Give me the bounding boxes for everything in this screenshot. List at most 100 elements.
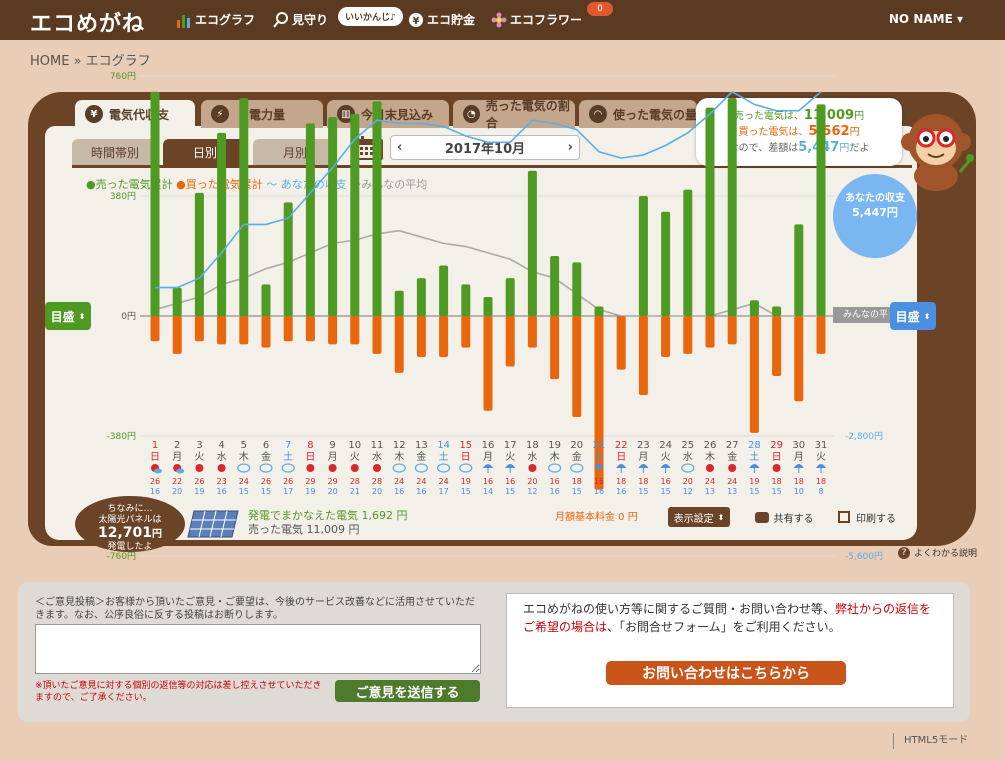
weekday-label: 水	[683, 451, 693, 463]
sun-icon	[217, 464, 226, 472]
left-tick-label: 760円	[110, 71, 136, 82]
bought-bar	[439, 316, 449, 358]
income-badge: あなたの収支 5,447円	[833, 174, 917, 258]
sold-bar	[483, 297, 493, 316]
day-label: 26	[704, 440, 717, 451]
low-temp: 15	[261, 487, 271, 496]
speech-bubble-icon	[754, 511, 769, 523]
help-link[interactable]: ? よくわかる説明	[898, 546, 977, 559]
low-temp: 19	[305, 487, 315, 496]
weekday-label: 月	[483, 451, 493, 463]
cloud-icon	[681, 463, 695, 473]
bought-bar	[527, 316, 537, 348]
contact-button[interactable]: お問い合わせはこちらから	[606, 661, 846, 685]
high-temp: 16	[550, 477, 560, 486]
weekday-label: 水	[527, 451, 537, 463]
low-temp: 20	[172, 487, 182, 496]
sold-bar	[150, 91, 160, 316]
right-tick-label: -5,600円	[845, 551, 883, 562]
low-temp: 10	[794, 487, 804, 496]
cloud-icon	[154, 468, 162, 474]
umbrella-icon	[638, 464, 649, 468]
bought-bar	[150, 316, 160, 342]
day-label: 31	[815, 440, 828, 451]
weekday-label: 水	[217, 451, 227, 463]
fact-value: 12,701円	[75, 526, 185, 542]
left-tick-label: 0円	[121, 311, 136, 322]
day-label: 15	[459, 440, 472, 451]
bought-bar	[217, 316, 227, 345]
cloud-icon	[570, 463, 584, 473]
weekday-label: 金	[572, 450, 582, 463]
day-label: 12	[393, 440, 406, 451]
high-temp: 16	[483, 477, 493, 486]
weekday-label: 日	[461, 452, 471, 463]
fact-amount: 12,701	[97, 525, 153, 541]
day-label: 23	[637, 440, 650, 451]
sold-bar	[172, 287, 182, 316]
high-temp: 22	[172, 477, 182, 486]
high-temp: 18	[572, 477, 582, 486]
day-label: 24	[659, 440, 672, 451]
contact-text-2: 、「お問合せフォーム」をご利用ください。	[607, 620, 841, 634]
bought-bar	[594, 316, 604, 490]
weekday-label: 水	[372, 451, 382, 463]
bought-bar	[550, 316, 560, 380]
sold-bar	[661, 211, 671, 316]
sold-bar	[749, 300, 759, 316]
share-button[interactable]: 共有する	[750, 507, 818, 527]
weekday-label: 土	[749, 450, 759, 463]
low-temp: 15	[461, 487, 471, 496]
sun-icon	[328, 464, 337, 472]
sold-bar	[727, 98, 737, 317]
sun-icon	[728, 464, 737, 472]
sold-bar	[705, 107, 715, 316]
print-label: 印刷する	[856, 513, 896, 525]
feedback-textarea[interactable]	[35, 624, 481, 674]
bought-bar	[505, 316, 515, 367]
income-badge-label: あなたの収支	[845, 193, 905, 204]
umbrella-icon	[749, 464, 760, 468]
bought-bar	[239, 316, 249, 345]
high-temp: 26	[194, 477, 204, 486]
bought-bar	[194, 316, 204, 342]
umbrella-icon	[793, 464, 804, 468]
sun-icon	[350, 464, 359, 472]
display-settings-button[interactable]: 表示設定 ⬍	[668, 507, 730, 527]
up-down-arrow-icon: ⬍	[78, 311, 86, 321]
print-button[interactable]: 印刷する	[832, 507, 902, 527]
weekday-label: 土	[283, 450, 293, 463]
low-temp: 17	[283, 487, 293, 496]
low-temp: 21	[350, 487, 360, 496]
low-temp: 16	[416, 487, 426, 496]
weekday-label: 日	[305, 452, 315, 463]
weekday-label: 木	[394, 451, 404, 463]
weekday-label: 月	[638, 451, 648, 463]
day-label: 13	[415, 440, 428, 451]
question-icon: ?	[898, 546, 910, 559]
printer-icon	[838, 511, 850, 523]
bought-bar	[483, 316, 493, 411]
day-label: 29	[770, 440, 783, 451]
bought-bar	[772, 316, 782, 376]
bought-bar	[816, 316, 826, 354]
high-temp: 19	[749, 477, 759, 486]
bought-bar	[749, 316, 759, 433]
feedback-note: ※頂いたご意見に対する個別の返信等の対応は差し控えさせていただきますので、ご了承…	[35, 681, 322, 703]
weekday-label: 月	[794, 451, 804, 463]
high-temp: 18	[638, 477, 648, 486]
send-feedback-button[interactable]: ご意見を送信する	[335, 680, 480, 702]
share-label: 共有する	[773, 513, 814, 525]
sun-icon	[373, 464, 381, 472]
sold-bar	[261, 284, 271, 316]
right-scale-button[interactable]: 目盛 ⬍	[890, 302, 936, 330]
sold-bar	[772, 306, 782, 316]
html5-mode-link[interactable]: HTML5モード	[893, 733, 968, 749]
day-label: 6	[263, 440, 269, 451]
high-temp: 20	[527, 477, 537, 486]
bought-bar	[683, 316, 693, 354]
left-scale-button[interactable]: 目盛 ⬍	[45, 302, 91, 330]
day-label: 17	[504, 440, 517, 451]
high-temp: 18	[816, 477, 826, 486]
cloud-icon	[547, 463, 562, 473]
